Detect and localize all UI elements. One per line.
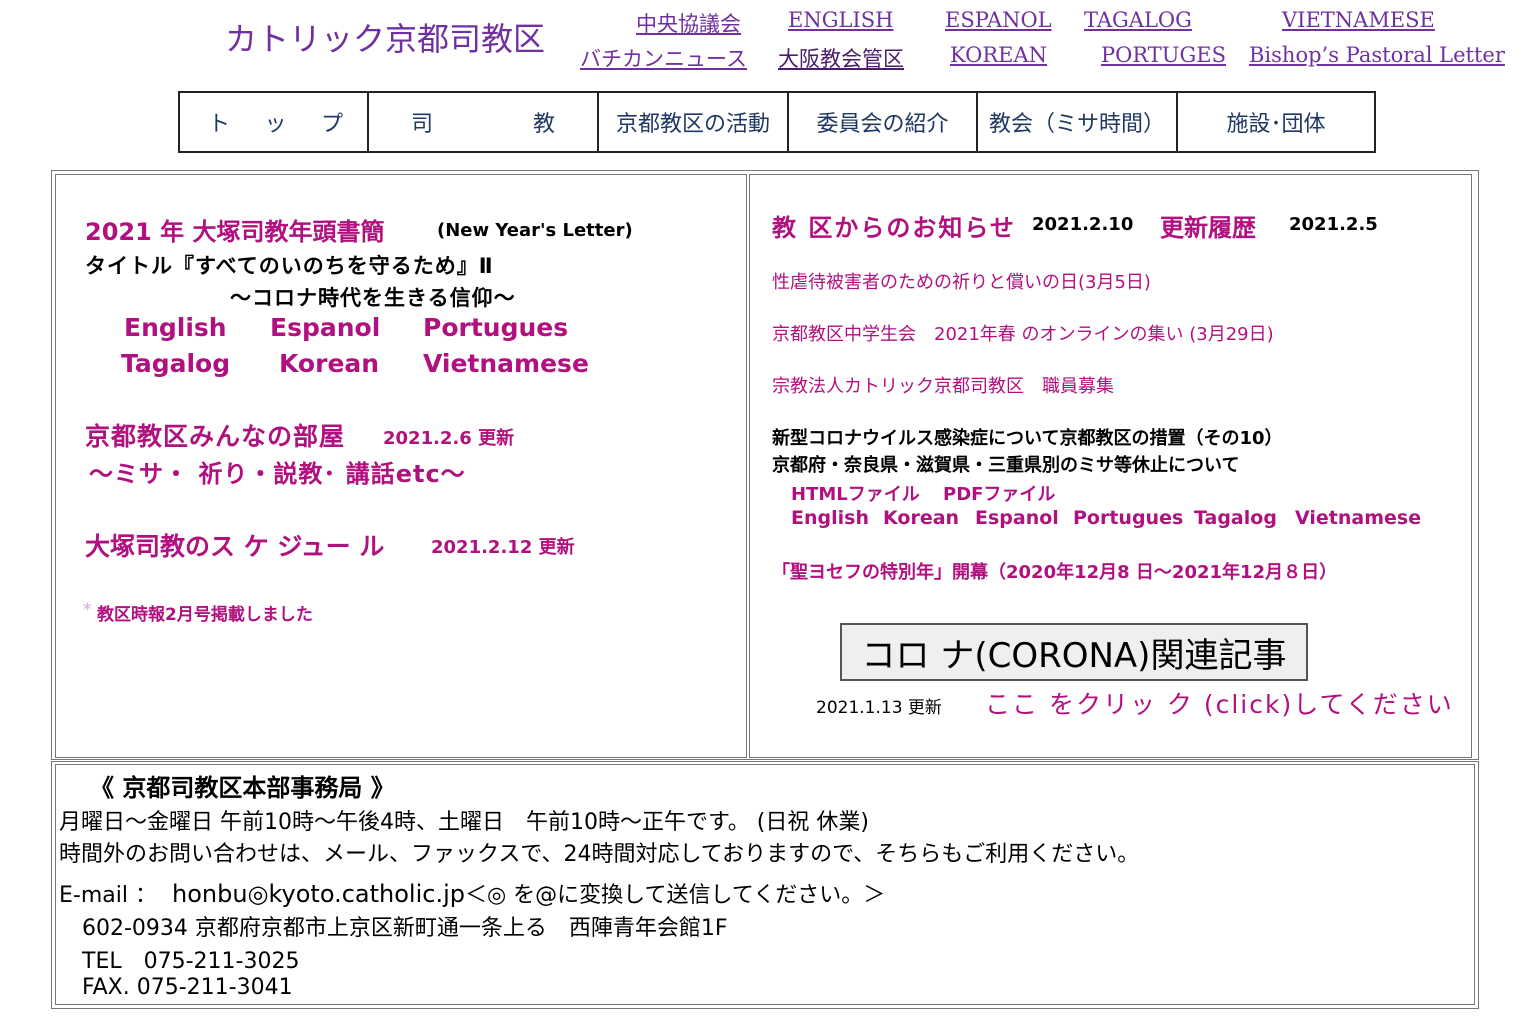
main-nav: ト ッ プ 司 教 京都教区の活動 委員会の紹介 教会（ミサ時間） 施設･団体 [178, 91, 1376, 153]
link-portuges[interactable]: PORTUGES [1101, 43, 1226, 67]
notice-date: 2021.2.10 [1032, 214, 1134, 235]
nav-top-char: プ [320, 112, 343, 137]
nav-bishop-char: 司 [411, 112, 434, 137]
nav-committees[interactable]: 委員会の紹介 [789, 93, 978, 151]
covid-lang-portugues[interactable]: Portugues [1073, 507, 1183, 529]
schedule-date: 2021.2.12 更新 [431, 537, 575, 558]
office-title: 《 京都司教区本部事務局 》 [90, 774, 395, 802]
link-espanol[interactable]: ESPANOL [945, 8, 1052, 32]
letter-subtitle-2: ～コロナ時代を生きる信仰～ [230, 286, 516, 310]
office-after-hours: 時間外のお問い合わせは、メール、ファックスで、24時間対応しておりますので、そち… [59, 842, 1140, 867]
letter-lang-espanol[interactable]: Espanol [270, 313, 380, 342]
office-address: 602-0934 京都府京都市上京区新町通一条上る 西陣青年会館1F [82, 916, 728, 941]
news-item[interactable]: 京都教区中学生会 2021年春 のオンラインの集い (3月29日) [772, 320, 1274, 346]
corona-updated-date: 2021.1.13 更新 [816, 698, 942, 718]
letter-lang-tagalog[interactable]: Tagalog [121, 349, 230, 378]
link-tagalog[interactable]: TAGALOG [1084, 8, 1192, 32]
new-year-letter-title[interactable]: 2021 年 大塚司教年頭書簡 [85, 212, 385, 247]
minna-room-date: 2021.2.6 更新 [383, 428, 515, 449]
minna-room-sub: ～ミサ・ 祈り・説教･ 講話etc～ [89, 460, 466, 488]
letter-lang-vietnamese[interactable]: Vietnamese [423, 349, 589, 378]
notice-title: 教 区からのお知らせ [772, 214, 1016, 242]
link-vietnamese[interactable]: VIETNAMESE [1282, 8, 1435, 32]
covid-measures-line1: 新型コロナウイルス感染症について京都教区の措置（その10） [772, 428, 1283, 449]
letter-subtitle: タイトル『すべてのいのちを守るため』Ⅱ [85, 254, 494, 278]
email-address[interactable]: honbu◎kyoto.catholic.jp [172, 880, 465, 908]
link-osaka-province[interactable]: 大阪教会管区 [778, 43, 904, 73]
covid-pdf-file-link[interactable]: PDFファイル [943, 480, 1055, 506]
email-label: E-mail ： [59, 883, 157, 908]
minna-room-title[interactable]: 京都教区みんなの部屋 [85, 417, 345, 453]
covid-lang-tagalog[interactable]: Tagalog [1194, 507, 1277, 529]
office-fax: FAX. 075-211-3041 [82, 975, 293, 1000]
corona-button-label: コロ ナ(CORONA)関連記事 [861, 635, 1287, 676]
nav-committees-label: 委員会の紹介 [816, 112, 949, 137]
link-korean[interactable]: KOREAN [950, 43, 1047, 67]
link-english[interactable]: ENGLISH [788, 8, 893, 32]
covid-html-file-link[interactable]: HTMLファイル [791, 480, 920, 506]
covid-lang-vietnamese[interactable]: Vietnamese [1295, 507, 1421, 529]
joseph-year-link[interactable]: 「聖ヨセフの特別年」開幕（2020年12月8 日～2021年12月８日） [772, 558, 1337, 584]
nav-facilities[interactable]: 施設･団体 [1178, 93, 1374, 151]
link-vatican-news[interactable]: バチカンニュース [580, 43, 747, 73]
nav-activities[interactable]: 京都教区の活動 [599, 93, 789, 151]
bulletin-star-icon: * [83, 600, 92, 620]
corona-articles-button[interactable]: コロ ナ(CORONA)関連記事 [840, 623, 1308, 681]
schedule-title[interactable]: 大塚司教のス ケ ジュー ル [85, 527, 384, 563]
nav-bishop-char: 教 [532, 112, 555, 137]
site-title: カトリック京都司教区 [225, 20, 546, 58]
nav-facilities-label: 施設･団体 [1226, 112, 1326, 137]
covid-measures-line2: 京都府・奈良県・滋賀県・三重県別のミサ等休止について [772, 455, 1240, 476]
nav-top[interactable]: ト ッ プ [180, 93, 369, 151]
update-history-title[interactable]: 更新履歴 [1160, 208, 1256, 243]
bulletin-link[interactable]: 教区時報2月号掲載しました [97, 600, 313, 625]
update-history-date: 2021.2.5 [1289, 214, 1378, 235]
nav-top-char: ト [208, 112, 231, 137]
nav-activities-label: 京都教区の活動 [615, 112, 770, 137]
nav-churches[interactable]: 教会（ミサ時間） [978, 93, 1178, 151]
office-email-line: E-mail ： honbu◎kyoto.catholic.jp＜◎ を@に変換… [59, 877, 885, 909]
nav-top-char: ッ [264, 112, 287, 137]
nav-bishop[interactable]: 司 教 [369, 93, 599, 151]
corona-click-here-link[interactable]: ここ をクリッ ク (click)してください [985, 685, 1454, 721]
letter-lang-english[interactable]: English [124, 313, 227, 342]
letter-lang-portugues[interactable]: Portugues [423, 313, 568, 342]
office-tel: TEL 075-211-3025 [82, 949, 300, 974]
covid-lang-english[interactable]: English [791, 507, 869, 529]
news-item[interactable]: 性虐待被害者のための祈りと償いの日(3月5日) [772, 268, 1151, 294]
link-pastoral-letter[interactable]: Bishop’s Pastoral Letter [1249, 43, 1505, 67]
nav-churches-label: 教会（ミサ時間） [988, 112, 1165, 137]
letter-lang-korean[interactable]: Korean [279, 349, 379, 378]
covid-lang-espanol[interactable]: Espanol [975, 507, 1059, 529]
new-year-letter-en: (New Year's Letter) [437, 220, 633, 241]
news-item[interactable]: 宗教法人カトリック京都司教区 職員募集 [772, 372, 1114, 398]
covid-lang-korean[interactable]: Korean [883, 507, 959, 529]
office-hours: 月曜日～金曜日 午前10時～午後4時、土曜日 午前10時～正午です。 (日祝 休… [59, 810, 869, 835]
link-chuo-kyogikai[interactable]: 中央協議会 [636, 8, 741, 38]
email-note: ＜◎ を@に変換して送信してください。＞ [464, 883, 886, 908]
